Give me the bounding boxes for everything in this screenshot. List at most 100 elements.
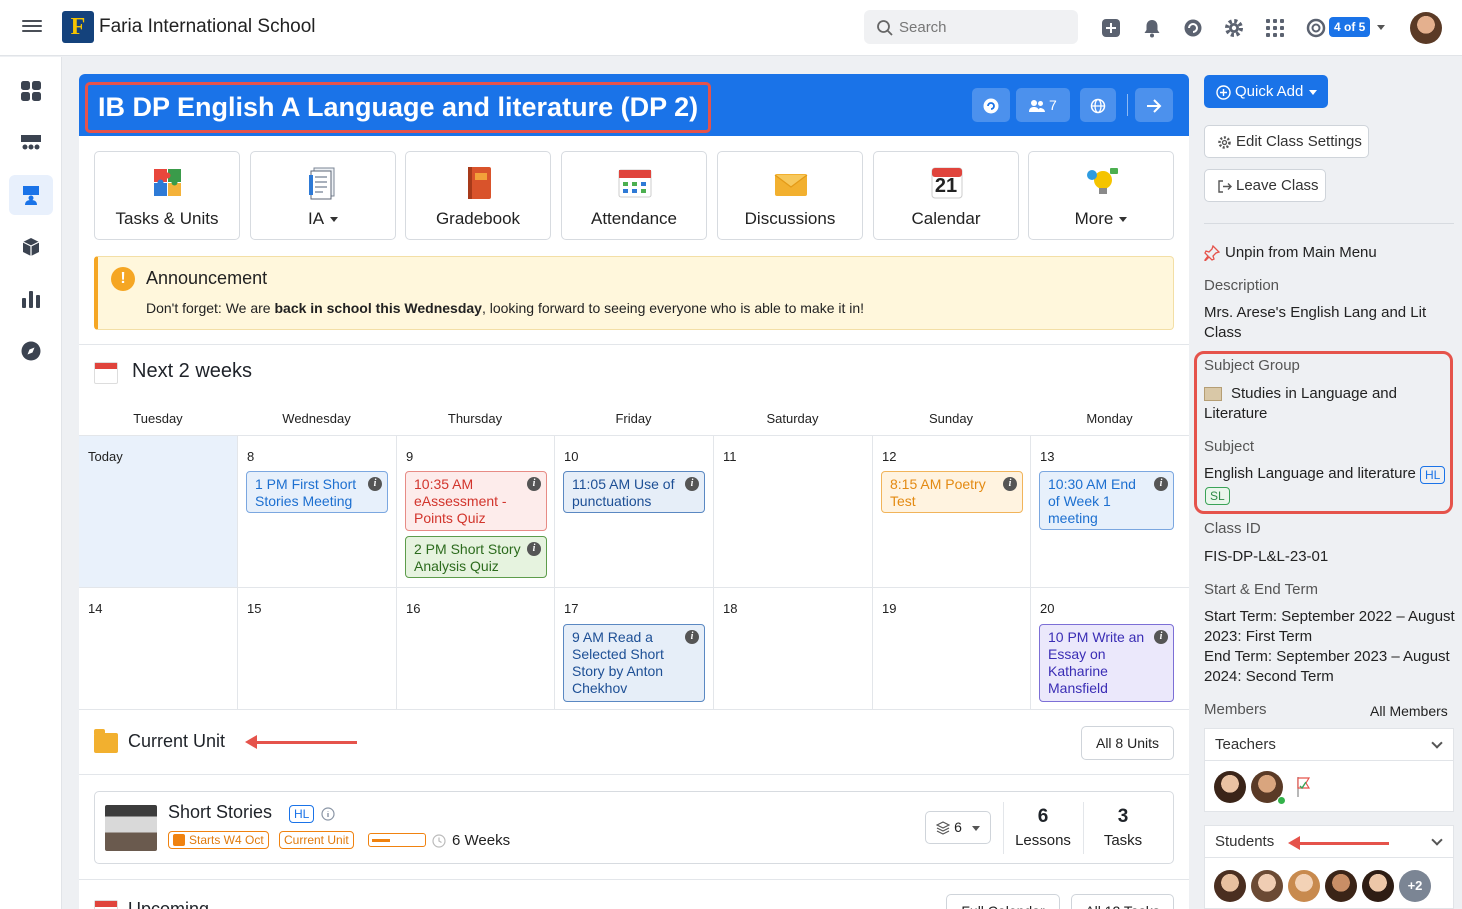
members-button[interactable]: 7 — [1016, 88, 1070, 122]
bell-icon[interactable] — [1141, 17, 1163, 39]
calendar-day-cell[interactable]: Today — [79, 436, 238, 588]
nav-community[interactable] — [9, 123, 53, 163]
arrow-right-icon — [1147, 99, 1162, 114]
calendar-day-cell[interactable]: 8 1 PM First Short Stories Meeting i — [238, 436, 397, 588]
chevron-down-icon[interactable] — [1377, 25, 1385, 30]
nav-reports[interactable] — [9, 279, 53, 319]
calendar-day-cell[interactable]: 9 10:35 AM eAssessment - Points Quiz i 2 … — [397, 436, 555, 588]
all-tasks-button[interactable]: All 12 Tasks — [1071, 894, 1174, 909]
full-calendar-button[interactable]: Full Calendar — [946, 894, 1060, 909]
class-chat-button[interactable] — [972, 88, 1010, 122]
calendar-day-cell[interactable]: 17 9 AM Read a Selected Short Story by A… — [555, 588, 714, 710]
info-outline-icon[interactable] — [321, 807, 335, 821]
hamburger-menu-icon[interactable] — [22, 17, 42, 37]
nav-classes[interactable] — [9, 175, 53, 215]
gear-icon[interactable] — [1223, 17, 1245, 39]
calendar-event[interactable]: 1 PM First Short Stories Meeting i — [246, 471, 388, 513]
more-students-count[interactable]: +2 — [1399, 870, 1431, 902]
support-lifebuoy-icon[interactable] — [1305, 17, 1327, 39]
calendar-day-cell[interactable]: 19 — [873, 588, 1031, 710]
resources-dropdown[interactable]: 6 — [925, 811, 991, 844]
current-unit-card[interactable]: Short Stories HL Starts W4 Oct Current U… — [94, 791, 1174, 864]
add-icon[interactable] — [1100, 17, 1122, 39]
calendar-day-cell[interactable]: 11 — [714, 436, 873, 588]
student-avatar[interactable] — [1288, 870, 1320, 902]
info-icon[interactable]: i — [685, 630, 699, 644]
info-icon[interactable]: i — [685, 477, 699, 491]
gear-icon — [1218, 135, 1231, 149]
nav-explore[interactable] — [9, 331, 53, 371]
all-members-link[interactable]: All Members — [1370, 703, 1448, 719]
book-icon — [1204, 387, 1222, 401]
day-number: 14 — [88, 601, 103, 616]
calendar-day-cell[interactable]: 10 11:05 AM Use of punctuations i — [555, 436, 714, 588]
teachers-panel: Teachers — [1204, 728, 1454, 812]
tile-tasks-units[interactable]: Tasks & Units — [94, 151, 240, 240]
calendar-day-cell[interactable]: 20 10 PM Write an Essay on Katharine Man… — [1031, 588, 1189, 710]
warning-icon: ! — [111, 267, 135, 291]
info-icon[interactable]: i — [527, 542, 541, 556]
subject-group-label: Subject Group — [1204, 357, 1300, 374]
user-avatar[interactable] — [1410, 12, 1442, 44]
teacher-avatar[interactable] — [1214, 771, 1246, 803]
student-avatar[interactable] — [1214, 870, 1246, 902]
calendar-icon — [173, 834, 185, 846]
calendar-day-cell[interactable]: 16 — [397, 588, 555, 710]
unpin-link[interactable]: Unpin from Main Menu — [1204, 244, 1377, 263]
school-logo[interactable]: F — [62, 11, 94, 43]
calendar-event[interactable]: 10 PM Write an Essay on Katharine Mansfi… — [1039, 624, 1174, 702]
student-avatar[interactable] — [1362, 870, 1394, 902]
tile-calendar[interactable]: 21 Calendar — [873, 151, 1019, 240]
school-name[interactable]: Faria International School — [99, 16, 316, 38]
online-status-dot — [1277, 796, 1286, 805]
calendar-event[interactable]: 8:15 AM Poetry Test i — [881, 471, 1023, 513]
info-icon[interactable]: i — [1003, 477, 1017, 491]
calendar-day-cell[interactable]: 15 — [238, 588, 397, 710]
leave-class-button[interactable]: Leave Class — [1204, 169, 1326, 202]
calendar-event[interactable]: 11:05 AM Use of punctuations i — [563, 471, 705, 513]
section-title-upcoming: Upcoming — [128, 899, 210, 909]
nav-dashboard[interactable] — [9, 71, 53, 111]
next-class-button[interactable] — [1135, 88, 1173, 122]
compass-icon — [21, 341, 41, 361]
unit-name[interactable]: Short Stories — [168, 802, 272, 823]
quick-add-button[interactable]: Quick Add — [1204, 75, 1328, 108]
info-icon[interactable]: i — [1154, 630, 1168, 644]
term-label: Start & End Term — [1204, 581, 1318, 598]
search-input[interactable]: Search — [864, 10, 1078, 44]
calendar-event[interactable]: 10:30 AM End of Week 1 meeting i — [1039, 471, 1174, 530]
tile-attendance[interactable]: Attendance — [561, 151, 707, 240]
tile-gradebook[interactable]: Gradebook — [405, 151, 551, 240]
info-icon[interactable]: i — [1154, 477, 1168, 491]
day-number: 13 — [1040, 449, 1055, 464]
info-icon[interactable]: i — [368, 477, 382, 491]
edit-class-settings-button[interactable]: Edit Class Settings — [1204, 125, 1369, 158]
tile-label: Tasks & Units — [115, 209, 219, 228]
chat-icon[interactable] — [1182, 17, 1204, 39]
calendar-day-cell[interactable]: 13 10:30 AM End of Week 1 meeting i — [1031, 436, 1189, 588]
top-bar: F Faria International School Search 4 of… — [0, 0, 1462, 56]
nav-curriculum[interactable] — [9, 227, 53, 267]
calendar-day-cell[interactable]: 18 — [714, 588, 873, 710]
account-switcher-badge[interactable]: 4 of 5 — [1329, 17, 1371, 37]
tile-ia[interactable]: IA — [250, 151, 396, 240]
student-avatar[interactable] — [1325, 870, 1357, 902]
subject-group-value: Studies in Language and Literature — [1204, 385, 1397, 422]
student-avatar[interactable] — [1251, 870, 1283, 902]
calendar-event[interactable]: 2 PM Short Story Analysis Quiz i — [405, 536, 547, 578]
tile-discussions[interactable]: Discussions — [717, 151, 863, 240]
calendar-event[interactable]: 10:35 AM eAssessment - Points Quiz i — [405, 471, 547, 531]
chevron-down-icon — [971, 825, 980, 831]
all-units-button[interactable]: All 8 Units — [1081, 726, 1174, 760]
calendar-day-cell[interactable]: 14 — [79, 588, 238, 710]
teachers-panel-header[interactable]: Teachers — [1205, 729, 1453, 761]
class-title: IB DP English A Language and literature … — [85, 82, 712, 133]
info-icon[interactable]: i — [527, 477, 541, 491]
calendar-day-cell[interactable]: 12 8:15 AM Poetry Test i — [873, 436, 1031, 588]
apps-grid-icon[interactable] — [1264, 17, 1286, 39]
calendar-event[interactable]: 9 AM Read a Selected Short Story by Anto… — [563, 624, 705, 702]
exit-icon — [1218, 179, 1232, 193]
tile-more[interactable]: More — [1028, 151, 1174, 240]
language-globe-button[interactable] — [1080, 88, 1116, 122]
weekday-label: Thursday — [447, 411, 503, 426]
